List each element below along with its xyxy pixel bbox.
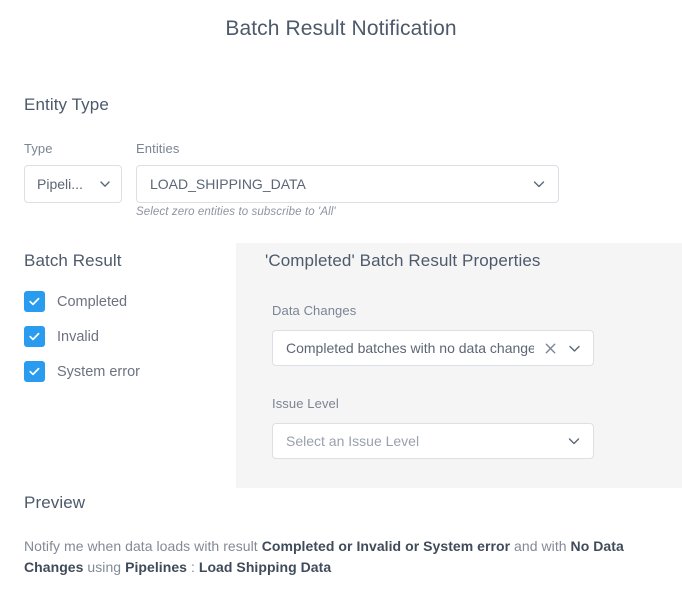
checkmark-icon <box>29 332 40 341</box>
checkbox-invalid-label: Invalid <box>57 328 99 345</box>
preview-segment-7: Load Shipping Data <box>198 559 332 575</box>
checkbox-system-error-label: System error <box>57 363 140 380</box>
checkbox-completed-box[interactable] <box>24 291 45 312</box>
checkbox-row-invalid[interactable]: Invalid <box>24 326 99 347</box>
batch-result-notification-page: Batch Result Notification Entity Type Ty… <box>0 0 682 598</box>
page-title: Batch Result Notification <box>225 17 457 40</box>
preview-segment-2: and with <box>510 538 571 554</box>
type-field-label: Type <box>24 141 53 156</box>
preview-text: Notify me when data loads with result Co… <box>24 536 644 578</box>
data-changes-select[interactable]: Completed batches with no data changes <box>272 330 594 366</box>
checkbox-row-system-error[interactable]: System error <box>24 361 140 382</box>
issue-level-select[interactable]: Select an Issue Level <box>272 423 594 459</box>
checkbox-completed-label: Completed <box>57 293 128 310</box>
checkmark-icon <box>29 297 40 306</box>
checkbox-system-error-box[interactable] <box>24 361 45 382</box>
checkbox-row-completed[interactable]: Completed <box>24 291 127 312</box>
checkmark-icon <box>29 367 40 376</box>
preview-heading: Preview <box>24 493 86 512</box>
entities-hint-text: Select zero entities to subscribe to 'Al… <box>136 206 336 218</box>
preview-segment-4: using <box>83 559 126 575</box>
chevron-down-icon <box>100 181 110 187</box>
entity-type-heading: Entity Type <box>24 95 109 114</box>
chevron-down-icon <box>569 345 580 352</box>
entities-select-value: LOAD_SHIPPING_DATA <box>150 176 306 192</box>
issue-level-label: Issue Level <box>272 396 339 411</box>
type-select[interactable]: Pipeli... <box>24 165 122 203</box>
preview-segment-5: Pipelines <box>125 559 188 575</box>
data-changes-label: Data Changes <box>272 303 357 318</box>
data-changes-select-value: Completed batches with no data changes <box>286 340 534 356</box>
chevron-down-icon <box>533 181 545 188</box>
issue-level-select-placeholder: Select an Issue Level <box>286 433 420 449</box>
type-select-value: Pipeli... <box>37 176 83 192</box>
entities-field-label: Entities <box>136 141 180 156</box>
checkbox-invalid-box[interactable] <box>24 326 45 347</box>
preview-segment-1: Completed or Invalid or System error <box>261 538 511 554</box>
chevron-down-icon <box>568 438 580 445</box>
properties-panel-heading: 'Completed' Batch Result Properties <box>265 251 541 270</box>
batch-result-heading: Batch Result <box>24 251 122 270</box>
preview-segment-0: Notify me when data loads with result <box>24 538 262 554</box>
close-icon[interactable] <box>542 340 559 357</box>
preview-segment-6: : <box>187 559 199 575</box>
entities-select[interactable]: LOAD_SHIPPING_DATA <box>136 165 559 203</box>
